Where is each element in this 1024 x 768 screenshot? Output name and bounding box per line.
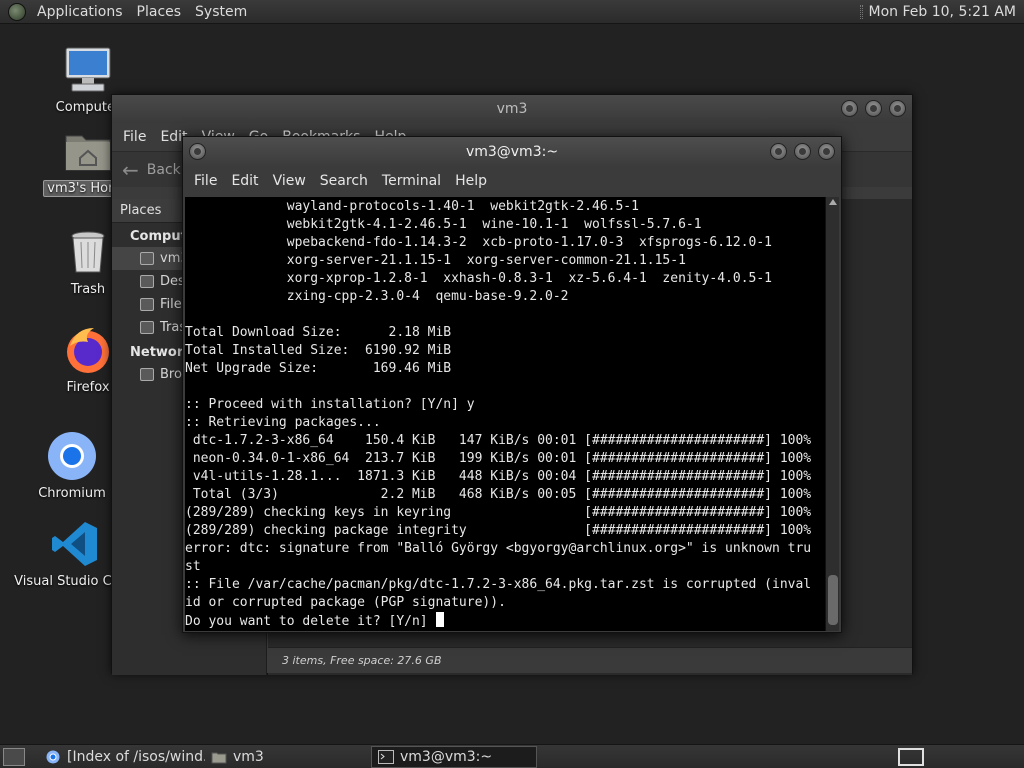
- window-title: vm3: [496, 101, 528, 117]
- terminal-line: error: dtc: signature from "Balló György…: [185, 541, 812, 556]
- terminal-window[interactable]: vm3@vm3:~ File Edit View Search Terminal…: [182, 136, 842, 633]
- window-menu-button[interactable]: [189, 143, 206, 160]
- terminal-line: xorg-xprop-1.2.8-1 xxhash-0.8.3-1 xz-5.6…: [185, 271, 772, 286]
- chromium-icon: [46, 430, 98, 482]
- terminal-icon: [378, 749, 394, 764]
- show-desktop-button[interactable]: [3, 747, 25, 766]
- firefox-icon: [62, 324, 114, 376]
- computer-icon: [62, 44, 114, 96]
- terminal-line: wayland-protocols-1.40-1 webkit2gtk-2.46…: [185, 199, 639, 214]
- desktop-icon-label: Firefox: [66, 380, 110, 395]
- terminal-line: zxing-cpp-2.3.0-4 qemu-base-9.2.0-2: [185, 289, 569, 304]
- minimize-button[interactable]: [841, 100, 858, 117]
- top-panel: Applications Places System Mon Feb 10, 5…: [0, 0, 1024, 24]
- terminal-line: webkit2gtk-4.1-2.46.5-1 wine-10.1-1 wolf…: [185, 217, 702, 232]
- terminal-line: :: File /var/cache/pacman/pkg/dtc-1.7.2-…: [185, 577, 812, 592]
- file-manager-titlebar[interactable]: vm3: [112, 95, 912, 123]
- home-folder-icon: [62, 124, 114, 176]
- drive-icon: [140, 298, 154, 311]
- clock[interactable]: Mon Feb 10, 5:21 AM: [869, 4, 1024, 20]
- terminal-line: Net Upgrade Size: 169.46 MiB: [185, 361, 452, 376]
- terminal-prompt-line: Do you want to delete it? [Y/n]: [185, 612, 827, 630]
- terminal-titlebar[interactable]: vm3@vm3:~: [183, 137, 841, 167]
- terminal-line: Total Download Size: 2.18 MiB: [185, 325, 452, 340]
- back-button[interactable]: ← Back: [112, 158, 181, 182]
- terminal-line: xorg-server-21.1.15-1 xorg-server-common…: [185, 253, 686, 268]
- chromium-icon: [45, 750, 61, 764]
- taskbar-item-file-manager[interactable]: vm3: [205, 746, 371, 768]
- menu-file[interactable]: File: [187, 173, 224, 189]
- terminal-line: :: Proceed with installation? [Y/n] y: [185, 397, 475, 412]
- taskbar-item-label: [Index of /isos/wind...: [67, 748, 205, 765]
- menu-search[interactable]: Search: [313, 173, 375, 189]
- home-folder-icon: [211, 750, 227, 764]
- menu-places[interactable]: Places: [130, 0, 189, 24]
- desktop-icon-label: Chromium: [38, 486, 106, 501]
- text-cursor: [436, 612, 445, 627]
- trash-icon: [62, 226, 114, 278]
- maximize-button[interactable]: [865, 100, 882, 117]
- maximize-button[interactable]: [794, 143, 811, 160]
- menu-applications[interactable]: Applications: [30, 0, 130, 24]
- menu-system[interactable]: System: [188, 0, 254, 24]
- terminal-line: wpebackend-fdo-1.14.3-2 xcb-proto-1.17.0…: [185, 235, 772, 250]
- panel-handle[interactable]: [859, 4, 863, 19]
- menu-edit[interactable]: Edit: [224, 173, 265, 189]
- terminal-scrollbar[interactable]: [825, 197, 839, 631]
- terminal-line: :: Retrieving packages...: [185, 415, 381, 430]
- terminal-line: neon-0.34.0-1-x86_64 213.7 KiB 199 KiB/s…: [185, 451, 812, 466]
- taskbar-item-label: vm3: [233, 748, 264, 765]
- workspace-switcher[interactable]: [898, 747, 924, 766]
- bottom-panel: [Index of /isos/wind... vm3 vm3@vm3:~: [0, 744, 1024, 768]
- taskbar-item-label: vm3@vm3:~: [400, 748, 493, 765]
- terminal-line: v4l-utils-1.28.1... 1871.3 KiB 448 KiB/s…: [185, 469, 812, 484]
- trash-icon: [140, 321, 154, 334]
- close-button[interactable]: [889, 100, 906, 117]
- desktop-icon-label: Trash: [70, 282, 106, 297]
- back-arrow-icon: ←: [122, 157, 139, 182]
- distro-logo-icon[interactable]: [8, 2, 26, 21]
- network-icon: [140, 368, 154, 381]
- terminal-line: (289/289) checking package integrity [##…: [185, 523, 812, 538]
- close-button[interactable]: [818, 143, 835, 160]
- vscode-icon: [49, 518, 101, 570]
- scroll-up-arrow-icon[interactable]: [829, 199, 837, 205]
- terminal-menubar: File Edit View Search Terminal Help: [183, 167, 841, 195]
- status-bar: 3 items, Free space: 27.6 GB: [268, 647, 912, 673]
- window-title: vm3@vm3:~: [465, 144, 559, 160]
- terminal-line: id or corrupted package (PGP signature))…: [185, 595, 506, 610]
- terminal-line: st: [185, 559, 201, 574]
- home-icon: [140, 252, 154, 265]
- back-label: Back: [146, 161, 181, 178]
- terminal-output[interactable]: wayland-protocols-1.40-1 webkit2gtk-2.46…: [185, 197, 827, 631]
- terminal-line: Total (3/3) 2.2 MiB 468 KiB/s 00:05 [###…: [185, 487, 812, 502]
- menu-file[interactable]: File: [116, 129, 153, 145]
- menu-terminal[interactable]: Terminal: [375, 173, 448, 189]
- menu-help[interactable]: Help: [448, 173, 494, 189]
- desktop-folder-icon: [140, 275, 154, 288]
- terminal-line: Total Installed Size: 6190.92 MiB: [185, 343, 452, 358]
- prompt-text: Do you want to delete it? [Y/n]: [185, 614, 436, 629]
- scrollbar-thumb[interactable]: [828, 575, 838, 625]
- minimize-button[interactable]: [770, 143, 787, 160]
- terminal-line: dtc-1.7.2-3-x86_64 150.4 KiB 147 KiB/s 0…: [185, 433, 812, 448]
- menu-view[interactable]: View: [266, 173, 313, 189]
- taskbar-item-terminal[interactable]: vm3@vm3:~: [371, 745, 537, 768]
- terminal-line: (289/289) checking keys in keyring [####…: [185, 505, 812, 520]
- taskbar-item-chromium[interactable]: [Index of /isos/wind...: [39, 746, 205, 768]
